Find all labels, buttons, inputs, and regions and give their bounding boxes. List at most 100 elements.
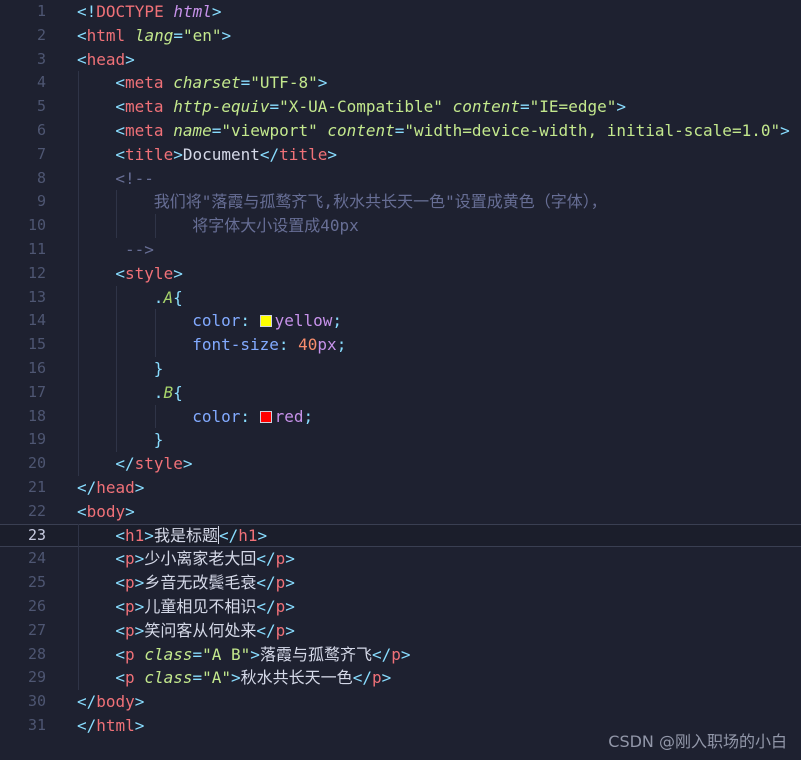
code-line[interactable]: 20 </style> [0, 452, 801, 476]
code-token: > [125, 501, 135, 521]
code-token: p [125, 668, 135, 688]
code-text: <body> [77, 500, 135, 524]
code-line[interactable]: 16} [0, 357, 801, 381]
code-text: <meta charset="UTF-8"> [115, 71, 327, 95]
indent-guide [116, 333, 118, 357]
indent-guide [78, 214, 79, 238]
code-line[interactable]: 27 <p>笑问客从何处来</p> [0, 618, 801, 643]
indent-guide [154, 309, 156, 334]
code-token: = [394, 121, 405, 140]
code-token: title [279, 144, 328, 164]
code-token: charset [173, 73, 241, 93]
code-line[interactable]: 26 <p>儿童相见不相识</p> [0, 595, 801, 619]
code-line[interactable]: 18 color: red; [0, 404, 801, 429]
code-text: <title>Document</title> [115, 143, 337, 167]
code-line[interactable]: 14 color: yellow; [0, 309, 801, 334]
code-token: : [278, 335, 299, 355]
code-token: "A B" [202, 644, 251, 664]
code-token: "X-UA-Compatible" [279, 97, 443, 117]
code-text: <html lang="en"> [77, 24, 231, 48]
code-token: class [144, 668, 193, 688]
code-line[interactable]: 8 <!-- [0, 166, 801, 191]
code-token: > [381, 668, 392, 688]
code-line[interactable]: 10 将字体大小设置成40px [0, 214, 801, 238]
line-number: 15 [27, 335, 46, 354]
code-line[interactable]: 1 <!DOCTYPE html> [0, 0, 801, 24]
code-token: < [115, 73, 126, 93]
code-token: 乡音无改鬓毛衰 [144, 573, 257, 593]
line-number: 9 [36, 192, 46, 211]
code-line[interactable]: 22 <body> [0, 500, 801, 524]
code-line[interactable]: 30 </body> [0, 690, 801, 714]
code-line[interactable]: 3 <head> [0, 48, 801, 72]
code-line[interactable]: 15 font-size: 40px; [0, 333, 801, 357]
code-line[interactable]: 6 <meta name="viewport" content="width=de… [0, 119, 801, 143]
line-number: 23 [27, 525, 46, 544]
code-token: 落霞与孤鹜齐飞 [259, 644, 372, 664]
code-line[interactable]: 25 <p>乡音无改鬓毛衰</p> [0, 571, 801, 595]
color-swatch-icon[interactable] [259, 315, 272, 328]
code-token: : [240, 311, 260, 331]
code-line[interactable]: 19} [0, 428, 801, 453]
code-line[interactable]: 4 <meta charset="UTF-8"> [0, 71, 801, 96]
line-number: 20 [27, 454, 46, 473]
code-line[interactable]: 12 <style> [0, 261, 801, 286]
code-token: 我是标题 [153, 525, 218, 545]
code-line[interactable]: 13 .A{ [0, 285, 801, 310]
code-text: <style> [115, 262, 182, 286]
code-text: <p>儿童相见不相识</p> [115, 595, 294, 619]
code-line[interactable]: 23 <h1>我是标题</h1> [0, 523, 801, 548]
code-token: html [96, 716, 135, 735]
code-text: } [154, 428, 164, 452]
code-token: < [115, 121, 126, 140]
code-token: p [125, 573, 135, 593]
code-token: < [115, 549, 126, 569]
code-text: <p>乡音无改鬓毛衰</p> [115, 571, 294, 595]
line-number: 10 [27, 216, 46, 235]
line-number: 27 [27, 620, 46, 639]
code-token: > [134, 573, 145, 593]
code-text: </body> [77, 690, 144, 714]
code-token: = [269, 97, 280, 117]
code-line[interactable]: 2 <html lang="en"> [0, 24, 801, 48]
code-line[interactable]: 29 <p class="A">秋水共长天一色</p> [0, 666, 801, 691]
code-token: > [134, 692, 145, 712]
code-token: > [285, 573, 295, 593]
code-token: < [115, 97, 126, 117]
code-token: > [173, 263, 183, 283]
code-token: </ [256, 597, 276, 616]
code-token: p [275, 573, 286, 593]
code-text: <head> [77, 48, 135, 72]
code-token: > [257, 525, 268, 545]
indent-guide [78, 261, 79, 286]
code-line[interactable]: 21 </head> [0, 476, 801, 500]
color-swatch-icon[interactable] [259, 410, 272, 423]
indent-guide [154, 333, 156, 357]
code-token: < [115, 620, 126, 640]
code-token: </ [256, 549, 276, 569]
code-token: </ [371, 644, 392, 664]
code-token: > [285, 597, 295, 616]
line-number: 13 [27, 287, 46, 306]
code-text: <meta name="viewport" content="width=dev… [115, 119, 789, 143]
code-editor[interactable]: 1 <!DOCTYPE html> 2 <html lang="en"> 3 <head>… [0, 0, 801, 760]
code-token: > [616, 97, 626, 117]
code-line[interactable]: 17 .B{ [0, 380, 801, 405]
code-line[interactable]: 24 <p>少小离家老大回</p> [0, 547, 801, 572]
line-number: 26 [27, 597, 46, 615]
code-token: 我们将"落霞与孤鹜齐飞,秋水共长天一色"设置成黄色（字体）， [153, 192, 607, 212]
code-token: </ [218, 525, 239, 545]
code-line[interactable]: 9 我们将"落霞与孤鹜齐飞,秋水共长天一色"设置成黄色（字体）， [0, 190, 801, 215]
code-token: < [115, 144, 126, 164]
code-line[interactable]: 7 <title>Document</title> [0, 142, 801, 167]
code-token: 儿童相见不相识 [144, 597, 257, 616]
code-token: DOCTYPE [96, 2, 164, 21]
code-token: </ [256, 620, 276, 640]
code-line[interactable]: 28 <p class="A B">落霞与孤鹜齐飞</p> [0, 642, 801, 667]
indent-guide [78, 595, 79, 619]
code-text: --> [115, 238, 154, 262]
code-line[interactable]: 5 <meta http-equiv="X-UA-Compatible" cont… [0, 95, 801, 119]
code-line[interactable]: 11 --> [0, 238, 801, 262]
